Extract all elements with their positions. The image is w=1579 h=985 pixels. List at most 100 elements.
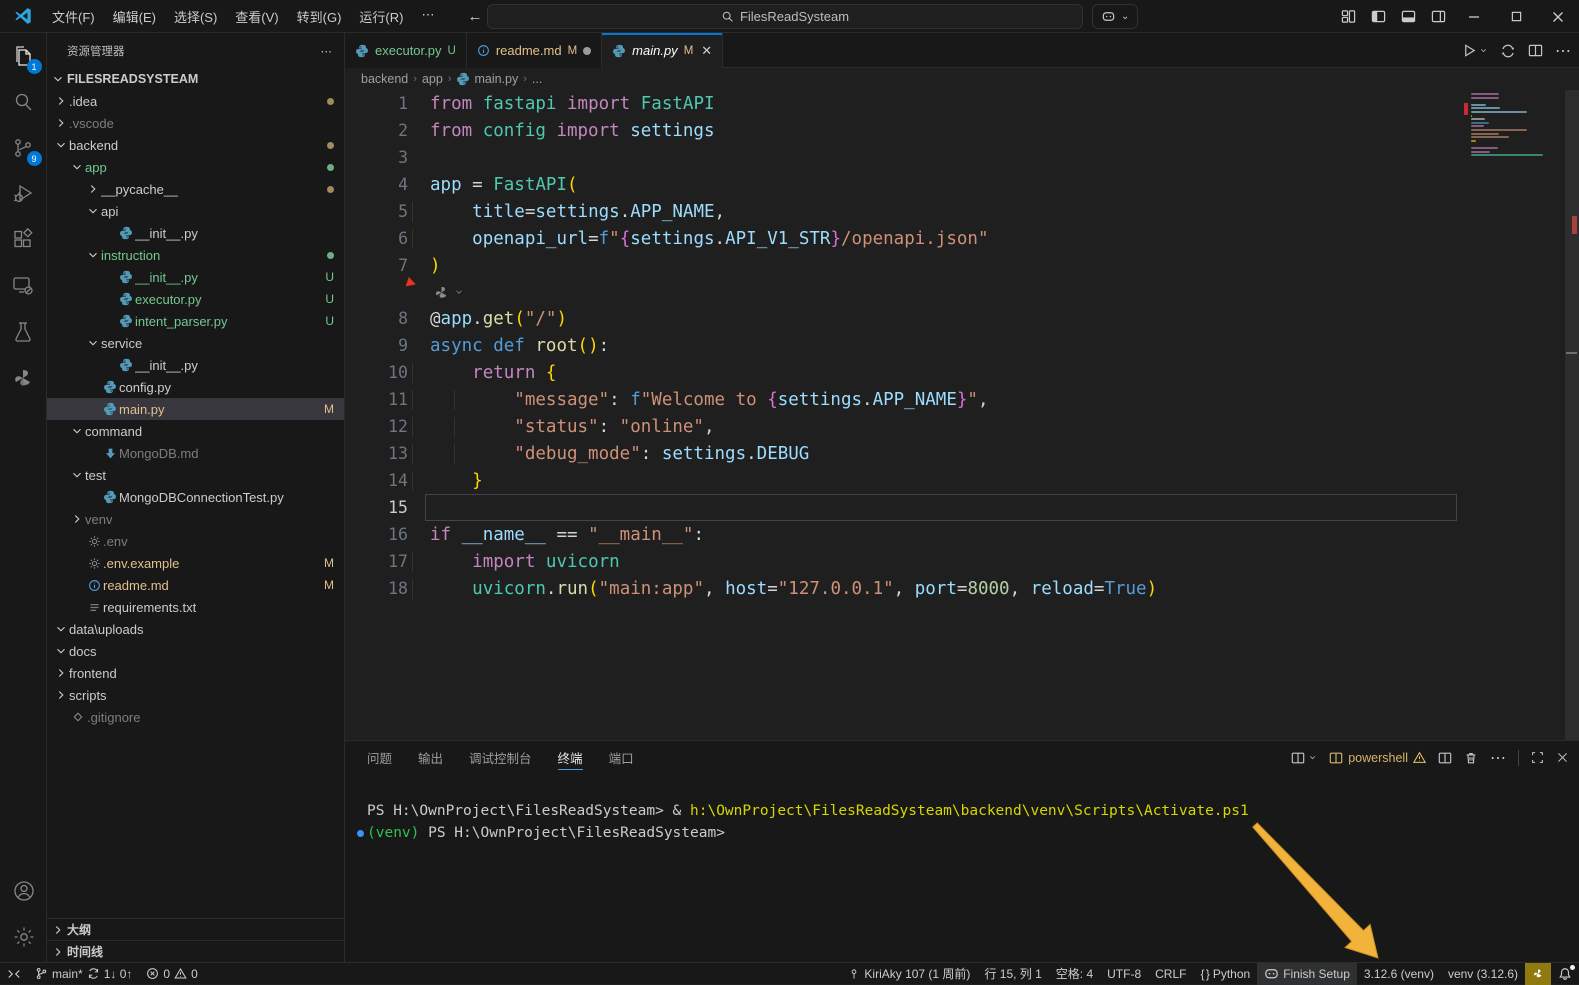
window-close-button[interactable] [1537,0,1579,33]
tree-item-__init__.py[interactable]: __init__.pyU [47,266,344,288]
tree-item-.env.example[interactable]: .env.exampleM [47,552,344,574]
tree-item-__pycache__[interactable]: __pycache__ [47,178,344,200]
code-line-4[interactable]: 4app = FastAPI( [345,171,1579,198]
pinwheel-extension-icon[interactable] [0,355,47,401]
panel-tab-调试控制台[interactable]: 调试控制台 [469,741,532,774]
tree-item-main.py[interactable]: main.pyM [47,398,344,420]
menu-item-6[interactable]: ⋯ [412,3,443,30]
panel-tab-输出[interactable]: 输出 [418,741,443,774]
minimap[interactable] [1471,93,1563,158]
tree-item-app[interactable]: app [47,156,344,178]
tree-item-test[interactable]: test [47,464,344,486]
notifications-bell-icon[interactable] [1551,963,1579,985]
tree-item-executor.py[interactable]: executor.pyU [47,288,344,310]
code-line-13[interactable]: 13 "debug_mode": settings.DEBUG [345,440,1579,467]
breadcrumb[interactable]: backend›app›main.py›... [345,68,1579,90]
tree-item-venv[interactable]: venv [47,508,344,530]
eol-item[interactable]: CRLF [1148,963,1193,985]
copilot-menu-button[interactable]: ⌄ [1092,4,1138,29]
account-icon[interactable] [0,868,47,914]
tree-item-service[interactable]: service [47,332,344,354]
tree-item-__init__.py[interactable]: __init__.py [47,222,344,244]
breadcrumb-item[interactable]: app [422,72,443,86]
tree-item-__init__.py[interactable]: __init__.py [47,354,344,376]
launch-profile-button[interactable] [1291,751,1317,765]
tree-item-readme.md[interactable]: readme.mdM [47,574,344,596]
sidebar-more-actions-icon[interactable]: ⋯ [321,44,333,58]
code-line-2[interactable]: 2from config import settings [345,117,1579,144]
menu-item-4[interactable]: 转到(G) [288,3,351,30]
tree-item-frontend[interactable]: frontend [47,662,344,684]
tree-item-intent_parser.py[interactable]: intent_parser.pyU [47,310,344,332]
terminal-tab-powershell[interactable]: powershell [1329,751,1426,765]
breadcrumb-item[interactable]: ... [532,72,542,86]
run-iterate-icon[interactable] [1500,43,1516,59]
extensions-icon[interactable] [0,217,47,263]
window-maximize-button[interactable] [1495,0,1537,33]
run-debug-icon[interactable] [0,171,47,217]
close-panel-icon[interactable] [1556,751,1569,764]
inline-assistant-widget[interactable] [345,279,1579,305]
editor-scrollbar[interactable] [1565,90,1579,778]
source-control-icon[interactable]: 9 [0,125,47,171]
encoding-item[interactable]: UTF-8 [1100,963,1148,985]
editor-tab-main.py[interactable]: main.pyM✕ [602,33,723,68]
settings-gear-icon[interactable] [0,914,47,960]
tree-item-MongoDBConnectionTest.py[interactable]: MongoDBConnectionTest.py [47,486,344,508]
search-sidebar-icon[interactable] [0,79,47,125]
editor-tab-readme.md[interactable]: readme.mdM [467,33,602,68]
menu-item-1[interactable]: 编辑(E) [104,3,165,30]
window-minimize-button[interactable] [1453,0,1495,33]
timeline-section[interactable]: 时间线 [47,940,344,962]
panel-tab-终端[interactable]: 终端 [558,741,583,774]
indentation-item[interactable]: 空格: 4 [1049,963,1100,985]
run-python-file-button[interactable] [1462,43,1488,58]
tree-item-docs[interactable]: docs [47,640,344,662]
tree-item-config.py[interactable]: config.py [47,376,344,398]
editor-tab-executor.py[interactable]: executor.pyU [345,33,467,68]
toggle-sidebar-icon[interactable] [1363,0,1393,33]
kill-terminal-icon[interactable] [1464,751,1478,765]
code-line-17[interactable]: 17 import uvicorn [345,548,1579,575]
tree-item-.gitignore[interactable]: .gitignore [47,706,344,728]
customize-layout-icon[interactable] [1333,0,1363,33]
code-line-10[interactable]: 10 return { [345,359,1579,386]
testing-icon[interactable] [0,309,47,355]
tree-item-api[interactable]: api [47,200,344,222]
code-line-9[interactable]: 9async def root(): [345,332,1579,359]
outline-section[interactable]: 大纲 [47,918,344,940]
python-interpreter-item[interactable]: 3.12.6 (venv) [1357,963,1441,985]
nav-back-button[interactable]: ← [467,8,482,25]
problems-item[interactable]: 0 0 [139,963,204,985]
code-line-11[interactable]: 11 "message": f"Welcome to {settings.APP… [345,386,1579,413]
tree-item-instruction[interactable]: instruction [47,244,344,266]
tree-item-.idea[interactable]: .idea [47,90,344,112]
code-line-15[interactable]: 15 [345,494,1579,521]
tree-item-command[interactable]: command [47,420,344,442]
editor-more-actions-icon[interactable]: ⋯ [1555,41,1571,61]
menu-item-5[interactable]: 运行(R) [350,3,412,30]
panel-tab-端口[interactable]: 端口 [609,741,634,774]
menu-item-2[interactable]: 选择(S) [165,3,226,30]
language-mode-item[interactable]: { } Python [1193,963,1257,985]
remote-explorer-icon[interactable] [0,263,47,309]
tree-item-.vscode[interactable]: .vscode [47,112,344,134]
menu-item-0[interactable]: 文件(F) [43,3,104,30]
pinwheel-status-icon[interactable] [1525,963,1551,985]
panel-more-actions-icon[interactable]: ⋯ [1490,748,1506,768]
breadcrumb-item[interactable]: backend [361,72,408,86]
maximize-panel-icon[interactable] [1531,751,1544,764]
tree-item-data-uploads[interactable]: data\uploads [47,618,344,640]
copilot-finish-setup-item[interactable]: Finish Setup [1257,963,1357,985]
toggle-panel-icon[interactable] [1393,0,1423,33]
command-center-search[interactable]: FilesReadSysteam [487,4,1083,29]
tree-item-scripts[interactable]: scripts [47,684,344,706]
code-line-14[interactable]: 14 } [345,467,1579,494]
split-editor-icon[interactable] [1528,43,1543,58]
tree-item-.env[interactable]: .env [47,530,344,552]
code-line-7[interactable]: 7) [345,252,1579,279]
tree-item-requirements.txt[interactable]: requirements.txt [47,596,344,618]
code-line-18[interactable]: 18 uvicorn.run("main:app", host="127.0.0… [345,575,1579,602]
terminal-output[interactable]: PS H:\OwnProject\FilesReadSysteam> & h:\… [345,774,1579,844]
git-blame-item[interactable]: KiriAky 107 (1 周前) [841,963,977,985]
